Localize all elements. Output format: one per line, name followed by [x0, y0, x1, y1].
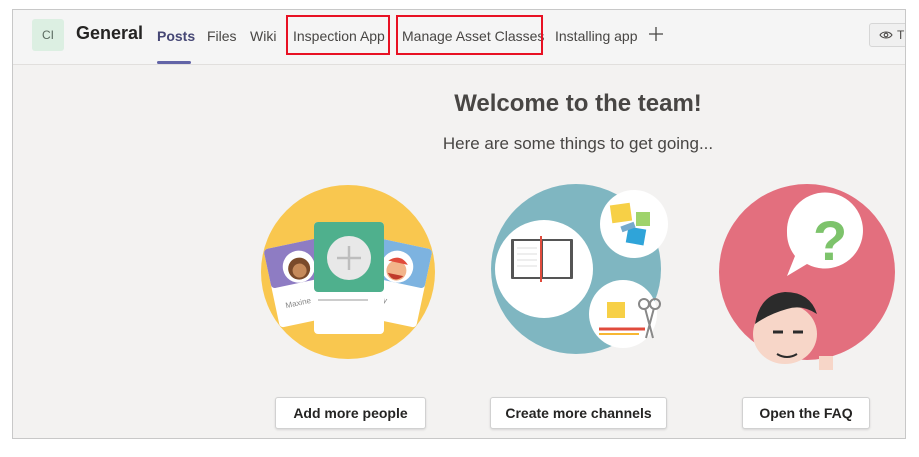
team-button-label: T [897, 28, 905, 42]
faq-illustration: ? [719, 184, 895, 370]
eye-icon [879, 31, 893, 39]
teams-channel-window: CI General Posts Files Wiki Inspection A… [12, 9, 906, 439]
team-button[interactable]: T [869, 23, 905, 47]
create-more-channels-button[interactable]: Create more channels [490, 397, 667, 429]
channel-title: General [76, 23, 144, 43]
create-channels-illustration [491, 184, 668, 354]
tab-posts[interactable]: Posts [157, 28, 195, 44]
active-tab-indicator [157, 61, 191, 64]
welcome-heading: Welcome to the team! [454, 90, 702, 117]
team-avatar[interactable]: CI [32, 19, 64, 51]
add-people-illustration: Maxine ky [261, 185, 435, 359]
question-mark-icon: ? [813, 209, 847, 272]
welcome-subtitle: Here are some things to get going... [442, 134, 714, 153]
tab-wiki[interactable]: Wiki [250, 28, 276, 44]
plus-icon[interactable] [647, 25, 665, 43]
add-more-people-button[interactable]: Add more people [275, 397, 426, 429]
open-faq-button[interactable]: Open the FAQ [742, 397, 870, 429]
highlight-box-manage-asset-classes [396, 15, 543, 55]
channel-header: CI General Posts Files Wiki Inspection A… [13, 10, 905, 65]
tab-files[interactable]: Files [207, 28, 237, 44]
tab-installing-app[interactable]: Installing app [555, 28, 638, 44]
highlight-box-inspection-app [286, 15, 390, 55]
